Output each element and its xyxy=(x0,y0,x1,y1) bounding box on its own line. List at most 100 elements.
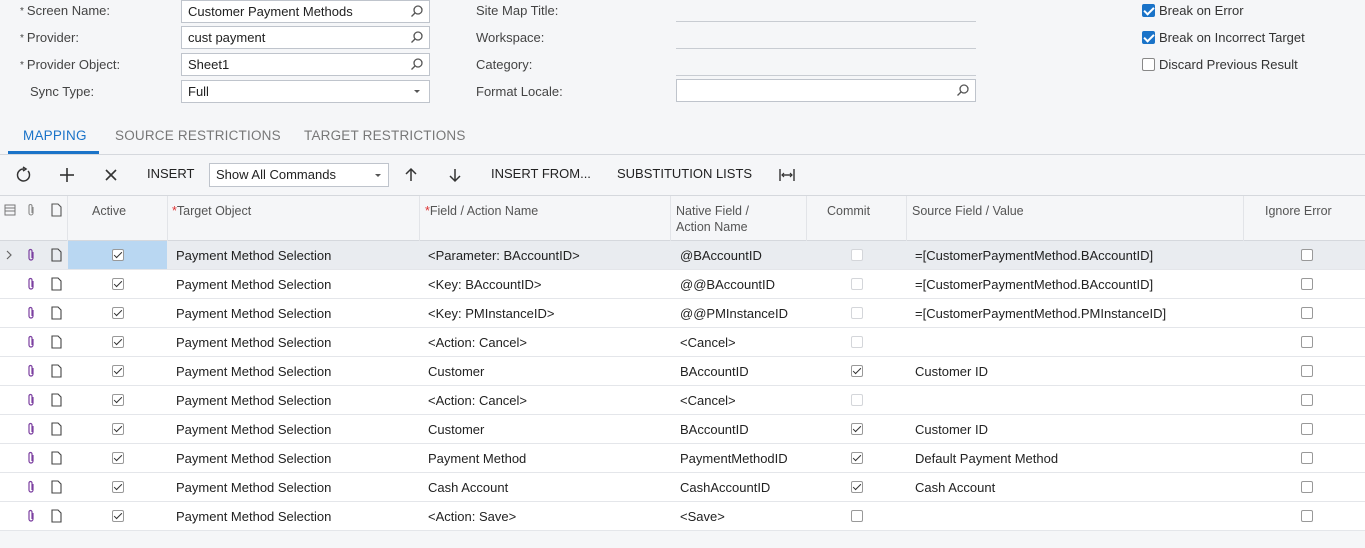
row-settings-icon[interactable] xyxy=(4,204,16,216)
table-row[interactable]: Payment Method Selection Payment Method Pa… xyxy=(0,444,1365,473)
col-native-field[interactable]: Native Field / Action Name xyxy=(676,203,749,235)
note-icon[interactable] xyxy=(50,335,62,349)
field-action-cell[interactable]: Payment Method xyxy=(428,451,526,466)
tab-mapping[interactable]: MAPPING xyxy=(23,128,87,143)
attachment-icon[interactable] xyxy=(25,509,37,523)
active-checkbox[interactable] xyxy=(112,481,124,493)
table-row[interactable]: Payment Method Selection <Key: BAccountID… xyxy=(0,270,1365,299)
break-on-incorrect-target-checkbox[interactable] xyxy=(1142,31,1155,44)
ignore-error-checkbox[interactable] xyxy=(1301,510,1313,522)
note-icon[interactable] xyxy=(50,451,62,465)
tab-target-restrictions[interactable]: TARGET RESTRICTIONS xyxy=(304,128,466,143)
discard-previous-result-option[interactable]: Discard Previous Result xyxy=(1142,57,1298,72)
attachment-icon[interactable] xyxy=(25,277,37,291)
plus-icon[interactable] xyxy=(58,166,76,184)
field-action-cell[interactable]: <Key: PMInstanceID> xyxy=(428,306,554,321)
commit-checkbox[interactable] xyxy=(851,278,863,290)
commit-checkbox[interactable] xyxy=(851,394,863,406)
attachment-icon[interactable] xyxy=(25,364,37,378)
target-object-cell[interactable]: Payment Method Selection xyxy=(176,306,331,321)
commit-checkbox[interactable] xyxy=(851,423,863,435)
ignore-error-checkbox[interactable] xyxy=(1301,365,1313,377)
table-row[interactable]: Payment Method Selection Cash Account Cash… xyxy=(0,473,1365,502)
field-action-cell[interactable]: <Action: Cancel> xyxy=(428,335,527,350)
ignore-error-checkbox[interactable] xyxy=(1301,278,1313,290)
ignore-error-checkbox[interactable] xyxy=(1301,481,1313,493)
attachment-icon[interactable] xyxy=(25,393,37,407)
target-object-cell[interactable]: Payment Method Selection xyxy=(176,335,331,350)
native-field-cell[interactable]: <Cancel> xyxy=(680,393,736,408)
tab-source-restrictions[interactable]: SOURCE RESTRICTIONS xyxy=(115,128,281,143)
active-checkbox[interactable] xyxy=(112,336,124,348)
note-icon[interactable] xyxy=(50,393,62,407)
attachment-icon[interactable] xyxy=(25,422,37,436)
attachment-icon[interactable] xyxy=(25,306,37,320)
col-ignore-error[interactable]: Ignore Error xyxy=(1265,203,1332,219)
attachment-icon[interactable] xyxy=(25,248,37,262)
field-action-cell[interactable]: <Parameter: BAccountID> xyxy=(428,248,580,263)
provider-object-input[interactable]: Sheet1 xyxy=(181,53,430,76)
commit-checkbox[interactable] xyxy=(851,307,863,319)
attachment-icon[interactable] xyxy=(25,451,37,465)
col-field-action-name[interactable]: *Field / Action Name xyxy=(425,203,538,219)
table-row[interactable]: Payment Method Selection <Action: Save> <S… xyxy=(0,502,1365,531)
note-icon[interactable] xyxy=(50,248,62,262)
native-field-cell[interactable]: <Save> xyxy=(680,509,725,524)
provider-input[interactable]: cust payment xyxy=(181,26,430,49)
native-field-cell[interactable]: <Cancel> xyxy=(680,335,736,350)
source-field-cell[interactable]: Default Payment Method xyxy=(915,451,1058,466)
commit-checkbox[interactable] xyxy=(851,481,863,493)
insert-button[interactable]: INSERT xyxy=(147,166,194,181)
attachment-icon[interactable] xyxy=(25,335,37,349)
arrow-up-icon[interactable] xyxy=(402,166,420,184)
discard-previous-result-checkbox[interactable] xyxy=(1142,58,1155,71)
commit-checkbox[interactable] xyxy=(851,336,863,348)
attachment-icon[interactable] xyxy=(25,480,37,494)
commit-checkbox[interactable] xyxy=(851,249,863,261)
table-row[interactable]: Payment Method Selection <Action: Cancel>… xyxy=(0,328,1365,357)
table-row[interactable]: Payment Method Selection <Action: Cancel>… xyxy=(0,386,1365,415)
source-field-cell[interactable]: =[CustomerPaymentMethod.BAccountID] xyxy=(915,248,1153,263)
target-object-cell[interactable]: Payment Method Selection xyxy=(176,509,331,524)
search-icon[interactable] xyxy=(410,30,424,44)
note-icon[interactable] xyxy=(50,277,62,291)
field-action-cell[interactable]: Customer xyxy=(428,422,484,437)
source-field-cell[interactable]: Cash Account xyxy=(915,480,995,495)
commit-checkbox[interactable] xyxy=(851,452,863,464)
source-field-cell[interactable]: Customer ID xyxy=(915,364,988,379)
ignore-error-checkbox[interactable] xyxy=(1301,336,1313,348)
target-object-cell[interactable]: Payment Method Selection xyxy=(176,393,331,408)
ignore-error-checkbox[interactable] xyxy=(1301,423,1313,435)
native-field-cell[interactable]: BAccountID xyxy=(680,364,749,379)
note-icon[interactable] xyxy=(50,364,62,378)
field-action-cell[interactable]: <Key: BAccountID> xyxy=(428,277,541,292)
fit-columns-icon[interactable] xyxy=(778,166,796,184)
ignore-error-checkbox[interactable] xyxy=(1301,249,1313,261)
break-on-error-checkbox[interactable] xyxy=(1142,4,1155,17)
target-object-cell[interactable]: Payment Method Selection xyxy=(176,248,331,263)
chevron-down-icon[interactable] xyxy=(372,169,384,181)
chevron-down-icon[interactable] xyxy=(410,84,424,98)
native-field-cell[interactable]: @@PMInstanceID xyxy=(680,306,788,321)
col-active[interactable]: Active xyxy=(92,203,126,219)
target-object-cell[interactable]: Payment Method Selection xyxy=(176,451,331,466)
native-field-cell[interactable]: CashAccountID xyxy=(680,480,770,495)
search-icon[interactable] xyxy=(410,57,424,71)
source-field-cell[interactable]: =[CustomerPaymentMethod.BAccountID] xyxy=(915,277,1153,292)
refresh-icon[interactable] xyxy=(15,166,33,184)
commit-checkbox[interactable] xyxy=(851,365,863,377)
field-action-cell[interactable]: <Action: Cancel> xyxy=(428,393,527,408)
active-checkbox[interactable] xyxy=(112,423,124,435)
active-checkbox[interactable] xyxy=(112,510,124,522)
native-field-cell[interactable]: @@BAccountID xyxy=(680,277,775,292)
break-on-error-option[interactable]: Break on Error xyxy=(1142,3,1244,18)
ignore-error-checkbox[interactable] xyxy=(1301,394,1313,406)
table-row[interactable]: Payment Method Selection Customer BAccount… xyxy=(0,357,1365,386)
table-row[interactable]: Payment Method Selection Customer BAccount… xyxy=(0,415,1365,444)
insert-from-button[interactable]: INSERT FROM... xyxy=(491,166,591,181)
ignore-error-checkbox[interactable] xyxy=(1301,307,1313,319)
active-checkbox[interactable] xyxy=(112,452,124,464)
substitution-lists-button[interactable]: SUBSTITUTION LISTS xyxy=(617,166,752,181)
note-icon[interactable] xyxy=(50,480,62,494)
source-field-cell[interactable]: =[CustomerPaymentMethod.PMInstanceID] xyxy=(915,306,1166,321)
